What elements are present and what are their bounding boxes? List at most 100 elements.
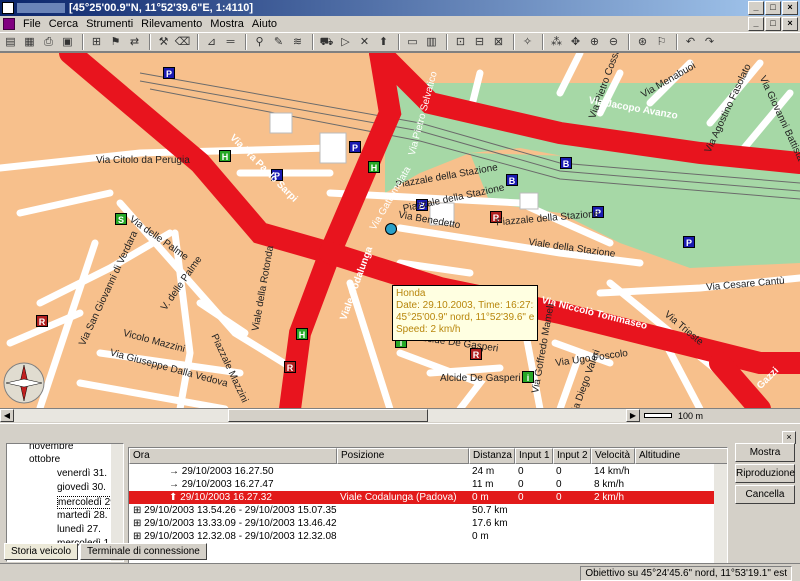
close-button[interactable]: × xyxy=(782,1,798,15)
scroll-right-icon[interactable]: ▶ xyxy=(626,409,640,422)
table-scrollbar[interactable] xyxy=(714,464,727,563)
expand-icon[interactable]: ⊞ xyxy=(133,505,144,516)
mostra-button[interactable]: Mostra xyxy=(735,443,795,462)
expand-icon[interactable]: ⊞ xyxy=(133,518,144,529)
grid-icon[interactable]: ⊡ xyxy=(452,34,469,50)
table-icon[interactable]: ⊞ xyxy=(88,34,105,50)
hotel-icon[interactable]: H xyxy=(219,150,231,162)
parking-icon[interactable]: P xyxy=(683,236,695,248)
tools-icon[interactable]: ⚒ xyxy=(155,34,172,50)
map-view[interactable]: P P P P P P B B B H H H i i F R R R R S … xyxy=(0,52,800,408)
tree-node[interactable]: novembre xyxy=(29,444,73,452)
cell-posizione: Viale Codalunga (Padova) xyxy=(340,492,457,503)
measure-icon[interactable]: ⊿ xyxy=(203,34,220,50)
scroll-thumb[interactable] xyxy=(228,409,428,422)
tree-node[interactable]: venerdì 31. xyxy=(57,468,107,479)
menu-rilevamento[interactable]: Rilevamento xyxy=(137,18,206,30)
link-icon[interactable]: ⊟ xyxy=(471,34,488,50)
map-horizontal-scrollbar[interactable]: ◀ ▶ xyxy=(0,408,640,422)
track-icon[interactable]: ⁂ xyxy=(548,34,565,50)
record-icon[interactable]: ⬆ xyxy=(375,34,392,50)
riproduzione-button[interactable]: Riproduzione xyxy=(735,464,795,483)
restaurant-icon[interactable]: R xyxy=(36,315,48,327)
expand-icon[interactable]: ⊞ xyxy=(133,531,144,542)
locate-icon[interactable]: ⚐ xyxy=(653,34,670,50)
window-icon[interactable]: ▭ xyxy=(404,34,421,50)
cell-ora: 29/10/2003 13.54.26 - 29/10/2003 15.07.3… xyxy=(144,505,337,516)
tooltip-name: Honda xyxy=(396,288,426,299)
col-posizione[interactable]: Posizione xyxy=(337,448,469,464)
layout-icon[interactable]: ▥ xyxy=(423,34,440,50)
flag-icon[interactable]: ⚑ xyxy=(107,34,124,50)
tree-node[interactable]: martedì 28. xyxy=(57,510,108,521)
col-input1[interactable]: Input 1 xyxy=(515,448,553,464)
table-row[interactable]: ⊞ 29/10/2003 13.33.09 - 29/10/2003 13.46… xyxy=(129,517,714,530)
play-icon[interactable]: ▷ xyxy=(337,34,354,50)
table-row[interactable]: ⊞ 29/10/2003 13.54.26 - 29/10/2003 15.07… xyxy=(129,504,714,517)
col-velocita[interactable]: Velocità xyxy=(591,448,635,464)
tab-storia-veicolo[interactable]: Storia veicolo xyxy=(4,543,79,560)
table-row-selected[interactable]: ⬆ 29/10/2003 16.27.32 Viale Codalunga (P… xyxy=(129,491,714,504)
table-row[interactable]: → 29/10/2003 16.27.50 24 m 0 0 14 km/h xyxy=(129,465,714,478)
stop-icon[interactable]: ✕ xyxy=(356,34,373,50)
chart-icon[interactable]: ⊠ xyxy=(490,34,507,50)
pin-icon[interactable]: ⚲ xyxy=(251,34,268,50)
col-distanza[interactable]: Distanza xyxy=(469,448,515,464)
title-obscured-name xyxy=(17,3,65,13)
print-icon[interactable]: ⎙ xyxy=(40,34,57,50)
col-ora[interactable]: Ora xyxy=(129,448,337,464)
route-icon[interactable]: ⇄ xyxy=(126,34,143,50)
marker-icon[interactable]: ✎ xyxy=(270,34,287,50)
vehicle-tooltip: Honda Date: 29.10.2003, Time: 16:27:32 4… xyxy=(392,285,538,341)
cancella-button[interactable]: Cancella xyxy=(735,485,795,504)
menu-file[interactable]: File xyxy=(19,18,45,30)
table-row[interactable]: ⊞ 29/10/2003 12.32.08 - 29/10/2003 12.32… xyxy=(129,530,714,543)
shop-icon[interactable]: S xyxy=(115,213,127,225)
scroll-left-icon[interactable]: ◀ xyxy=(0,409,14,422)
minimize-button[interactable]: _ xyxy=(748,1,764,15)
redo-icon[interactable]: ↷ xyxy=(701,34,718,50)
save-icon[interactable]: ▦ xyxy=(21,34,38,50)
truck-icon[interactable]: ⛟ xyxy=(318,34,335,50)
table-row[interactable]: → 29/10/2003 16.27.47 11 m 0 0 8 km/h xyxy=(129,478,714,491)
col-altitudine[interactable]: Altitudine xyxy=(635,448,727,464)
bus-icon[interactable]: B xyxy=(506,174,518,186)
cell-posizione xyxy=(337,478,469,491)
target-icon[interactable]: ⊛ xyxy=(634,34,651,50)
hand-icon[interactable]: ✥ xyxy=(567,34,584,50)
bus-icon[interactable]: B xyxy=(560,157,572,169)
zoom-out-icon[interactable]: ⊖ xyxy=(605,34,622,50)
cell-input2: 0 xyxy=(556,466,562,477)
mdi-close-button[interactable]: × xyxy=(782,17,798,31)
menu-cerca[interactable]: Cerca xyxy=(45,18,82,30)
vehicle-marker-icon[interactable] xyxy=(385,223,397,235)
mdi-maximize-button[interactable]: □ xyxy=(765,17,781,31)
tab-terminale-connessione[interactable]: Terminale di connessione xyxy=(80,543,207,560)
document-icon xyxy=(3,18,15,30)
parking-icon[interactable]: P xyxy=(163,67,175,79)
compass-icon[interactable]: ✧ xyxy=(519,34,536,50)
parking-icon[interactable]: P xyxy=(349,141,361,153)
open-icon[interactable]: ▤ xyxy=(2,34,19,50)
ruler-icon[interactable]: ═ xyxy=(222,34,239,50)
tree-node[interactable]: lunedì 27. xyxy=(57,524,101,535)
menu-strumenti[interactable]: Strumenti xyxy=(82,18,137,30)
menu-mostra[interactable]: Mostra xyxy=(206,18,248,30)
restaurant-icon[interactable]: R xyxy=(284,361,296,373)
preview-icon[interactable]: ▣ xyxy=(59,34,76,50)
lines-icon[interactable]: ≋ xyxy=(289,34,306,50)
col-input2[interactable]: Input 2 xyxy=(553,448,591,464)
hotel-icon[interactable]: H xyxy=(368,161,380,173)
hotel-icon[interactable]: H xyxy=(296,328,308,340)
tree-node[interactable]: giovedì 30. xyxy=(57,482,106,493)
cell-input2: 0 xyxy=(556,479,562,490)
undo-icon[interactable]: ↶ xyxy=(682,34,699,50)
zoom-in-icon[interactable]: ⊕ xyxy=(586,34,603,50)
menu-aiuto[interactable]: Aiuto xyxy=(248,18,281,30)
tree-node[interactable]: ottobre xyxy=(29,454,60,465)
toolbar: ▤ ▦ ⎙ ▣ ⊞ ⚑ ⇄ ⚒ ⌫ ⊿ ═ ⚲ ✎ ≋ ⛟ ▷ ✕ ⬆ ▭ ▥ … xyxy=(0,32,800,52)
mdi-minimize-button[interactable]: _ xyxy=(748,17,764,31)
toolbar-separator xyxy=(312,34,314,50)
maximize-button[interactable]: □ xyxy=(765,1,781,15)
eraser-icon[interactable]: ⌫ xyxy=(174,34,191,50)
